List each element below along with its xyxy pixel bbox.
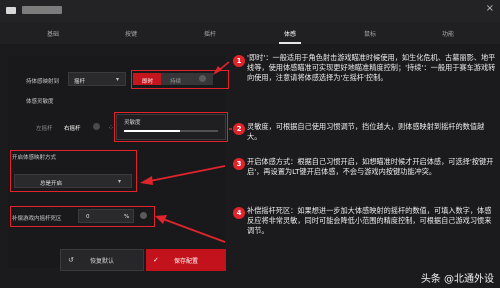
badge-4: 4: [233, 207, 245, 219]
badge-2: 2: [233, 123, 245, 135]
note-4: 补偿摇杆死区：如果想进一步加大体感映射的摇杆的数值，可填入数字，体感反应将非常灵…: [247, 206, 492, 235]
app-logo-icon: [6, 7, 16, 14]
note-2: 灵敏度，可根据自己使用习惯调节，挡位越大，则体感映射到摇杆的数值越大。: [247, 122, 485, 141]
close-button[interactable]: ×: [486, 4, 494, 14]
active-tab-indicator: [279, 42, 301, 44]
title-bar: ×: [0, 0, 500, 22]
badge-3: 3: [233, 158, 245, 170]
check-icon: ✓: [153, 256, 159, 264]
tab-basic[interactable]: 基础: [47, 29, 59, 38]
tab-stick[interactable]: 摇杆: [204, 29, 216, 38]
gyro-mapping-label: 持体感映射到: [26, 79, 60, 85]
note-1: '即时'：一般适用于角色射击游戏瞄准时候使用，如生化危机、古墓丽影、地平线等，使…: [247, 53, 496, 82]
note-3: 开启体感方式：根据自己习惯开启，如想瞄准时候才开启体感，可选择'按键开启'，再设…: [247, 157, 494, 176]
badge-1: 1: [233, 55, 245, 67]
annotation-highlight-4: [10, 206, 155, 227]
tab-mouse[interactable]: 鼠标: [364, 29, 376, 38]
save-config-label: 保存配置: [173, 257, 198, 265]
tab-function[interactable]: 功能: [442, 29, 454, 38]
reset-icon: ↺: [68, 256, 74, 264]
annotation-highlight-2: [114, 112, 228, 142]
right-stick-option[interactable]: 右摇杆: [64, 124, 81, 132]
left-stick-option[interactable]: 左摇杆: [36, 124, 53, 132]
tab-motion[interactable]: 体感: [284, 29, 296, 38]
watermark: 头条 @北通外设: [420, 274, 494, 285]
stick-info-icon[interactable]: [93, 123, 100, 130]
restore-default-button[interactable]: ↺ 恢复默认: [60, 249, 144, 271]
restore-default-label: 恢复默认: [89, 257, 114, 265]
app-title-placeholder: [22, 6, 62, 14]
tab-bar: 基础 按键 摇杆 体感 鼠标 功能: [0, 22, 500, 44]
chevron-down-icon: ▾: [116, 76, 120, 83]
annotation-highlight-1: [131, 70, 229, 89]
gyro-mapping-value: 摇杆: [74, 79, 86, 85]
screenshot-stage: × 基础 按键 摇杆 体感 鼠标 功能 持体感映射到 摇杆 ▾ 即时 持续 体感…: [0, 0, 500, 288]
sensitivity-label: 体感灵敏度: [26, 99, 54, 105]
gyro-icon: ⁘: [108, 124, 114, 132]
annotation-highlight-3: [10, 150, 137, 192]
tab-buttons[interactable]: 按键: [125, 29, 137, 38]
save-config-button[interactable]: ✓ 保存配置: [146, 249, 226, 271]
